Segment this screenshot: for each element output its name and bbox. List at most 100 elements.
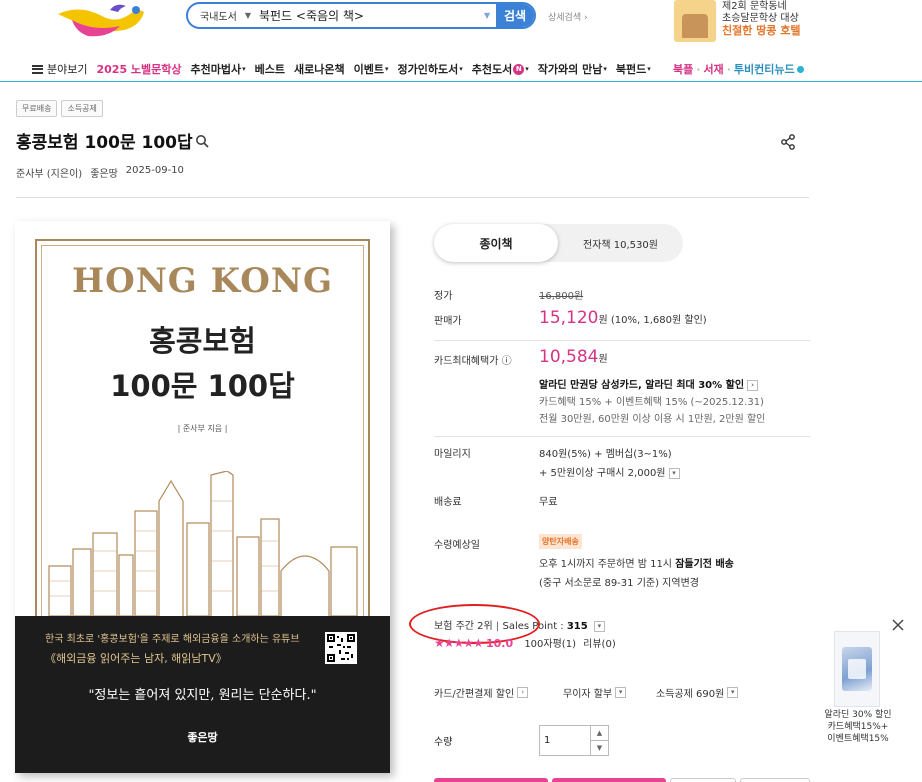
nav-bookple[interactable]: 북플 — [673, 61, 693, 77]
rating-score: 10.0 — [485, 637, 514, 650]
list-price-label: 정가 — [434, 291, 453, 302]
chevron-up-icon[interactable]: ▲ — [591, 726, 608, 741]
nav-label: 베스트 — [254, 63, 286, 76]
wishlist-button[interactable] — [740, 778, 810, 782]
divider — [434, 436, 810, 437]
tab-ebook[interactable]: 전자책 10,530원 — [558, 224, 683, 262]
quantity-label: 수량 — [434, 737, 453, 748]
mileage-line-2-text: + 5만원이상 구매시 2,000원 — [539, 468, 666, 479]
skyline-illustration — [48, 471, 358, 616]
side-ad-line-2: 카드혜택15%+ — [827, 722, 889, 732]
nav-label: 2025 노벨문학상 — [96, 63, 182, 76]
band-line-1: 한국 최초로 '홍콩보험'을 주제로 해외금융을 소개하는 유튜브 — [45, 634, 300, 645]
advanced-search-label: 상세검색 — [548, 13, 582, 23]
chevron-down-icon[interactable]: ▾ — [593, 620, 605, 632]
tax-deduction-option[interactable]: 소득공제 690원 ▾ — [656, 685, 739, 700]
credit-card-icon — [842, 647, 872, 691]
review-link[interactable]: 리뷰(0) — [583, 639, 616, 650]
search-scope-select[interactable]: 국내도서 ▼ — [188, 8, 257, 23]
sales-point-value: 315 — [566, 621, 588, 632]
quantity-steps: ▲ ▼ — [590, 726, 608, 755]
search-icon[interactable] — [195, 134, 209, 148]
delivery-highlight: 잠들기전 배송 — [675, 559, 734, 570]
cover-title-ko-1: 홍콩보험 — [149, 324, 256, 358]
search-button[interactable]: 검색 — [496, 4, 534, 27]
advanced-search-link[interactable]: 상세검색 › — [548, 10, 588, 23]
share-icon[interactable] — [780, 134, 796, 150]
nav-right-links: 북플 · 서재 · 투비컨티뉴드 — [673, 58, 804, 80]
shipping-value: 무료 — [539, 497, 558, 508]
card-benefit-label-text: 카드최대혜택가 — [434, 356, 499, 367]
nav-label: 북펀드 — [615, 63, 647, 76]
hundred-char-review-link[interactable]: 100자평(1) — [524, 639, 576, 650]
nav-author-meet[interactable]: 작가와의 만남 ▾ — [538, 61, 607, 77]
cover-title-en: HONG KONG — [71, 261, 334, 301]
nav-best[interactable]: 베스트 — [255, 61, 285, 77]
side-ad-text[interactable]: 알라딘 30% 할인 카드혜택15%+ 이벤트혜택15% — [818, 709, 898, 745]
nav-label: 추천마법사 — [190, 63, 242, 76]
nav-nobel[interactable]: 2025 노벨문학상 — [96, 61, 181, 77]
band-line-2: 《해외금융 읽어주는 남자, 해읽남TV》 — [45, 652, 227, 665]
nav-price-cut[interactable]: 정가인하도서 ▾ — [398, 61, 463, 77]
chevron-right-icon: › — [517, 687, 529, 698]
discount-note: (10%, 1,680원 할인) — [610, 315, 707, 326]
caret-down-icon: ▾ — [459, 65, 463, 73]
carpet-delivery-badge: 양탄자배송 — [539, 534, 582, 549]
close-icon[interactable] — [891, 618, 905, 632]
search-bar: 국내도서 ▼ ▼ 검색 — [186, 2, 536, 29]
book-cover[interactable]: HONG KONG 홍콩보험 100문 100답 | 준사부 지음 | 한국 최… — [15, 221, 390, 773]
caret-down-icon: ▾ — [242, 65, 246, 73]
installment-option[interactable]: 무이자 할부 ▾ — [563, 685, 627, 700]
publisher-link[interactable]: 좋은땅 — [90, 165, 118, 180]
info-icon[interactable]: ⓘ — [502, 356, 512, 367]
chevron-right-icon[interactable]: › — [747, 379, 759, 391]
gift-button[interactable] — [670, 778, 736, 782]
nav-event[interactable]: 이벤트 ▾ — [354, 61, 389, 77]
cover-quote: "정보는 흩어져 있지만, 원리는 단순하다." — [88, 688, 317, 703]
nav-bookfund[interactable]: 북펀드 ▾ — [616, 61, 651, 77]
nav-tobecontinued[interactable]: 투비컨티뉴드 — [734, 61, 795, 77]
delivery-line-2[interactable]: (중구 서소문로 89-31 기준) 지역변경 — [539, 574, 699, 589]
mileage-line-2: + 5만원이상 구매시 2,000원 ▾ — [539, 464, 680, 479]
promo-text: 제2회 문학동네 초승달문학상 대상 친절한 땅콩 호텔 — [722, 0, 801, 44]
side-ad-card-image[interactable] — [834, 631, 880, 707]
nav-new[interactable]: 새로나온책 — [294, 61, 345, 77]
rating-row: ★★★★★ 10.0 100자평(1) 리뷰(0) — [434, 635, 616, 650]
search-scope-label: 국내도서 — [200, 12, 237, 23]
buy-button[interactable] — [552, 778, 666, 782]
nav-category[interactable]: 분야보기 — [32, 61, 87, 77]
caret-down-icon: ▾ — [385, 65, 389, 73]
nav-label: 이벤트 — [353, 63, 385, 76]
tab-paper-book[interactable]: 종이책 — [434, 224, 558, 262]
card-benefit-detail: 카드혜택 15% + 이벤트혜택 15% (~2025.12.31) — [539, 397, 764, 408]
chevron-down-icon[interactable]: ▼ — [591, 741, 608, 755]
promo-book-image — [674, 0, 716, 42]
delivery-text: 오후 1시까지 주문하면 밤 11시 — [539, 559, 676, 570]
installment-label: 무이자 할부 — [563, 689, 613, 700]
nav-recommend-wizard[interactable]: 추천마법사 ▾ — [191, 61, 246, 77]
divider — [434, 340, 810, 341]
new-dot-icon — [796, 65, 804, 73]
nav-label: 새로나온책 — [294, 63, 345, 76]
format-tabs: 종이책 전자책 10,530원 — [434, 224, 683, 262]
author-link[interactable]: 준사부 (지은이) — [16, 165, 82, 180]
nav-recommended[interactable]: 추천도서 N ▾ — [472, 61, 529, 77]
card-discount-option[interactable]: 카드/간편결제 할인 › — [434, 685, 529, 700]
cart-button[interactable] — [434, 778, 548, 782]
nav-label: 정가인하도서 — [397, 63, 459, 76]
tag-tax-deduction: 소득공제 — [61, 100, 103, 117]
nav-library[interactable]: 서재 — [703, 61, 723, 77]
promo-banner[interactable]: 제2회 문학동네 초승달문학상 대상 친절한 땅콩 호텔 — [674, 0, 914, 44]
cover-publisher: 좋은땅 — [187, 731, 218, 744]
dropdown-arrow-icon[interactable]: ▼ — [484, 11, 496, 20]
card-benefit-price-row: 10,584원 — [539, 347, 608, 367]
sale-price-unit: 원 — [598, 315, 608, 326]
aladin-logo[interactable] — [50, 0, 150, 44]
nav-label: 작가와의 만남 — [537, 63, 603, 76]
divider — [16, 197, 809, 198]
card-discount-label: 카드/간편결제 할인 — [434, 689, 515, 700]
chevron-down-icon[interactable]: ▾ — [668, 467, 680, 479]
search-input[interactable] — [256, 4, 484, 27]
card-promo-line: 알라딘 만권당 삼성카드, 알라딘 최대 30% 할인 › — [539, 376, 759, 391]
quantity-input[interactable] — [540, 726, 590, 755]
